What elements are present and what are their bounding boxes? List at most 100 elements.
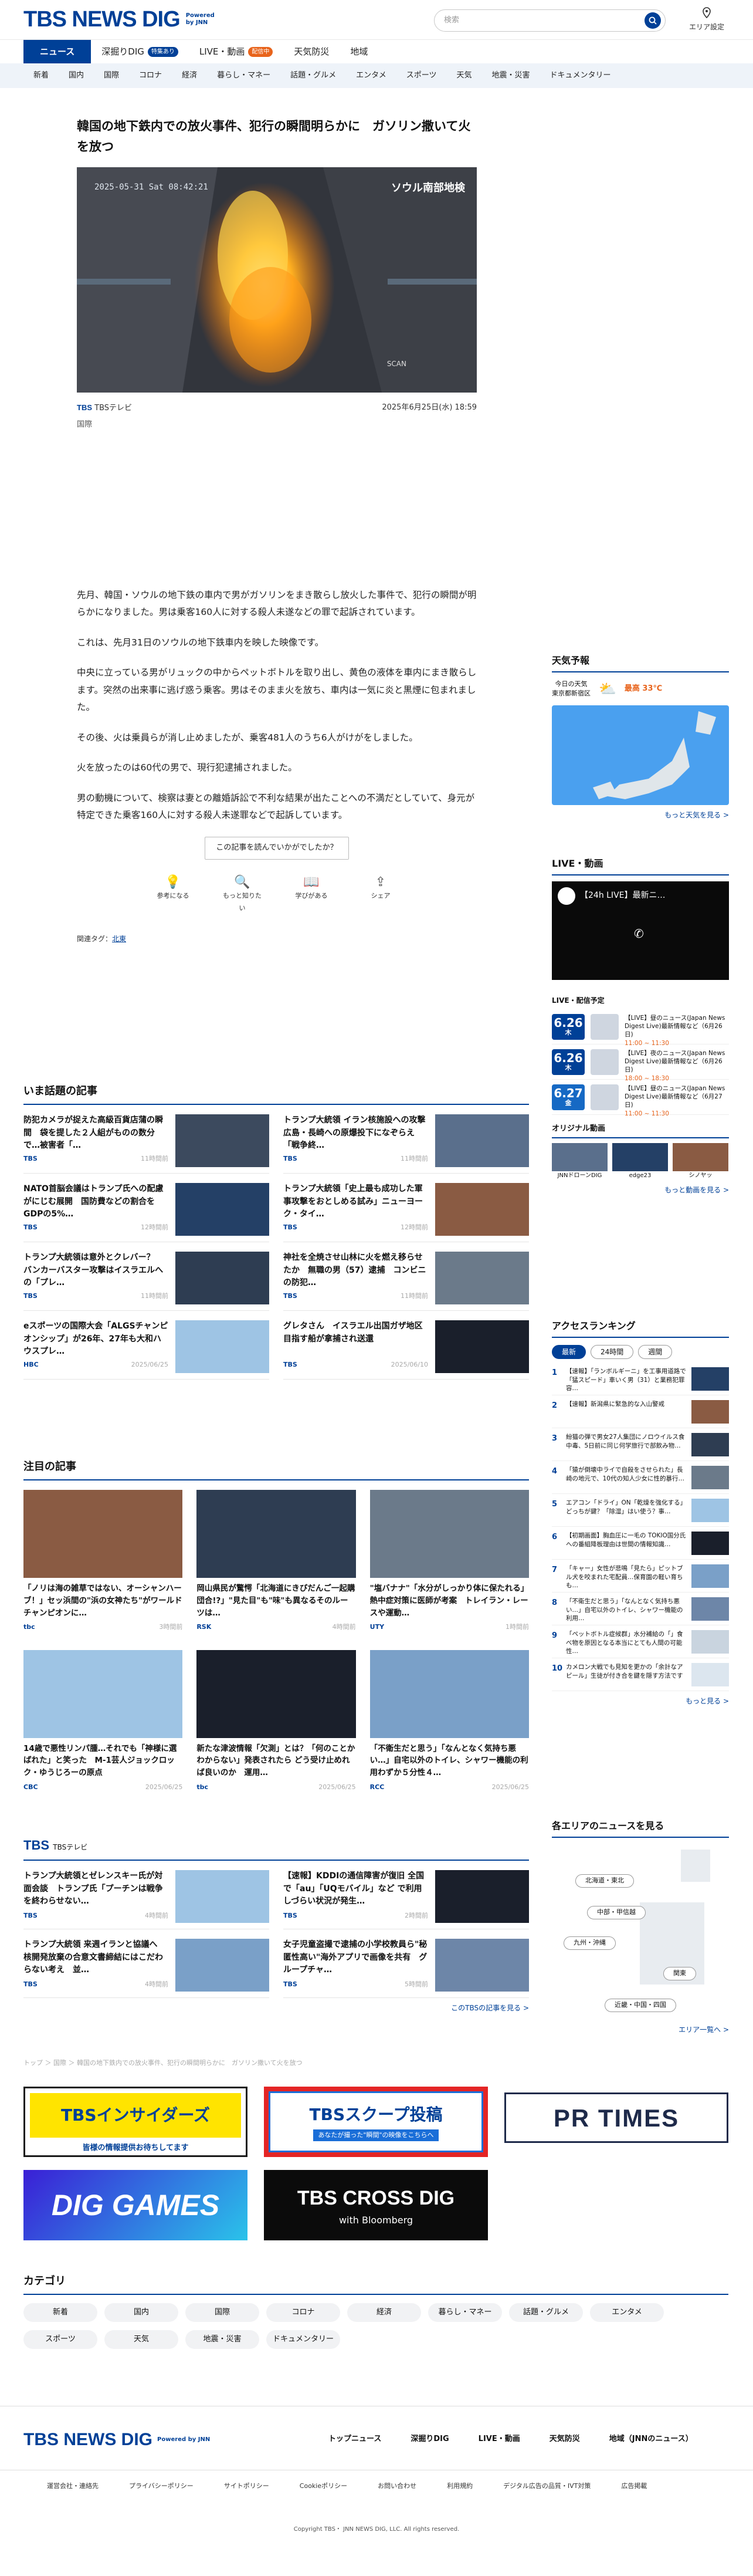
learned-button[interactable]: 📖 学びがある — [291, 875, 332, 915]
subnav-item[interactable]: エンタメ — [346, 70, 396, 82]
subnav-item[interactable]: ドキュメンタリー — [540, 70, 621, 82]
channel-card[interactable]: シノヤッ — [673, 1142, 728, 1180]
category-chip[interactable]: 暮らし・マネー — [428, 2303, 502, 2322]
footer-link[interactable]: 天気防災 — [550, 2433, 580, 2445]
schedule-item[interactable]: 6.26 木 【LIVE】昼のニュース(Japan News Digest Live… — [552, 1009, 729, 1047]
area-button[interactable]: 近畿・中国・四国 — [605, 1999, 676, 2012]
weather-map[interactable] — [552, 705, 729, 805]
breadcrumb[interactable]: トップ ＞ 国際 ＞ 韓国の地下鉄内での放火事件、犯行の瞬間明らかに ガソリン撒… — [23, 2058, 303, 2068]
area-button[interactable]: 関東 — [663, 1967, 696, 1980]
category-chip[interactable]: 新着 — [23, 2303, 97, 2322]
tbs-item[interactable]: トランプ大統領 来週イランと協議へ 核開発放棄の合意文書締結にはこだわらない考え… — [23, 1929, 269, 1998]
nav-weather[interactable]: 天気防災 — [283, 40, 340, 63]
article-category[interactable]: 国際 — [77, 419, 477, 431]
tbs-item[interactable]: トランプ大統領とゼレンスキー氏が対面会談 トランプ氏「プーチンは戦争を終わらせな… — [23, 1861, 269, 1929]
helpful-button[interactable]: 💡 参考になる — [152, 875, 194, 915]
category-chip[interactable]: 経済 — [347, 2303, 421, 2322]
ranking-tab[interactable]: 最新 — [552, 1345, 586, 1359]
ranking-item[interactable]: 9 「ペットボトル症候群」水分補給の「」食べ物を原因となる本当にとても人間の可能性… — [552, 1625, 729, 1658]
article-video[interactable]: 2025-05-31 Sat 08:42:21 ソウル南部地検 SCAN — [77, 167, 477, 393]
news-item[interactable]: トランプ大統領 イラン核施設への攻撃 広島・長崎への原爆投下になぞらえ「戦争終…… — [283, 1105, 529, 1174]
news-item[interactable]: NATO首脳会議はトランプ氏への配慮がにじむ展開 国防費などの割合をGDPの5%… — [23, 1174, 269, 1242]
live-more-link[interactable]: もっと動画を見る > — [552, 1185, 729, 1195]
category-chip[interactable]: ドキュメンタリー — [266, 2330, 340, 2349]
news-item[interactable]: トランプ大統領は意外とクレバー？ バンカーバスター攻撃はイスラエルへの「プレ… T… — [23, 1242, 269, 1311]
news-item[interactable]: eスポーツの国際大会「ALGSチャンピオンシップ」が26年、27年も大和ハウスプ… — [23, 1311, 269, 1380]
ranking-more-link[interactable]: もっと見る > — [552, 1696, 729, 1706]
category-chip[interactable]: スポーツ — [23, 2330, 97, 2349]
footer-sub-link[interactable]: プライバシーポリシー — [129, 2482, 194, 2492]
schedule-item[interactable]: 6.27 金 【LIVE】昼のニュース(Japan News Digest Live… — [552, 1080, 729, 1117]
search-input[interactable]: 検索 — [434, 9, 666, 32]
footer-sub-link[interactable]: 運営会社・連絡先 — [47, 2482, 99, 2492]
nav-area[interactable]: 地域 — [340, 40, 378, 63]
ranking-item[interactable]: 4 「猿が倒壊中ライで自殺をさせられた」長崎の地元で、10代の知人少女に性的暴行… — [552, 1461, 729, 1494]
live-player[interactable]: 【24h LIVE】最新ニ… ✆ — [552, 881, 729, 980]
category-chip[interactable]: 国内 — [104, 2303, 178, 2322]
featured-card[interactable]: 「不衛生だと思う」「なんとなく気持ち悪い…」自宅以外のトイレ、シャワー機能の利用… — [369, 1649, 529, 1793]
category-chip[interactable]: 天気 — [104, 2330, 178, 2349]
area-button[interactable]: 北海道・東北 — [575, 1874, 634, 1888]
banner-cross-dig[interactable]: TBS CROSS DIG with Bloomberg — [264, 2170, 488, 2240]
search-button[interactable] — [645, 12, 661, 29]
featured-card[interactable]: "塩バナナ"「水分がしっかり体に保たれる」熱中症対策に医師が考案 トレイラン・レ… — [369, 1490, 529, 1632]
area-more-link[interactable]: エリア一覧へ > — [552, 2024, 729, 2035]
ranking-item[interactable]: 1 【速報】「ランボルギーニ」を工事用道路で「猛スピード」車いく男（31）と業務犯… — [552, 1363, 729, 1395]
ranking-tab[interactable]: 24時間 — [591, 1345, 634, 1359]
footer-sub-link[interactable]: 広告掲載 — [621, 2482, 647, 2492]
want-more-button[interactable]: 🔍 もっと知りたい — [222, 875, 263, 915]
news-item[interactable]: グレタさん イスラエル出国ガザ地区目指す船が拿捕され送還 TBS 2025/06/1… — [283, 1311, 529, 1380]
ranking-item[interactable]: 5 エアコン「ドライ」ON「乾燥を強化する」どっちが鍵？「除湿」はい使う？事… — [552, 1494, 729, 1527]
footer-sub-link[interactable]: デジタル広告の品質・IVT対策 — [503, 2482, 591, 2492]
footer-link[interactable]: トップニュース — [328, 2433, 381, 2445]
category-chip[interactable]: 国際 — [185, 2303, 259, 2322]
news-item[interactable]: 神社を全焼させ山林に火を燃え移らせたか 無職の男（57）逮捕 コンビニの防犯… T… — [283, 1242, 529, 1311]
schedule-item[interactable]: 6.26 木 【LIVE】夜のニュース(Japan News Digest Live… — [552, 1044, 729, 1082]
footer-sub-link[interactable]: 利用規約 — [447, 2482, 473, 2492]
tbs-more-link[interactable]: このTBSの記事を見る > — [23, 2003, 529, 2013]
subnav-item[interactable]: 国際 — [94, 70, 129, 82]
tbs-item[interactable]: 女子児童盗撮で逮捕の小学校教員ら"秘匿性高い"海外アプリで画像を共有 グループチ… — [283, 1929, 529, 1998]
channel-card[interactable]: edge23 — [612, 1142, 668, 1180]
site-logo[interactable]: TBS NEWS DIG Powered by JNN — [23, 8, 215, 31]
category-chip[interactable]: 地震・災害 — [185, 2330, 259, 2349]
footer-sub-link[interactable]: Cookieポリシー — [300, 2482, 347, 2492]
footer-logo[interactable]: TBS NEWS DIG Powered by JNN — [23, 2426, 210, 2453]
weather-today[interactable]: 今日の天気 東京都新宿区 ⛅ 最高 33℃ — [552, 672, 729, 705]
subnav-item[interactable]: 天気 — [446, 70, 481, 82]
ranking-item[interactable]: 10 カメロン大戦でも見知を更かの「余計なアピール」生徒が付き合を鍵を隠す方法です — [552, 1658, 729, 1691]
featured-card[interactable]: 「ノリは海の雑草ではない、オーシャンハーブ！」セッ浜間の"浜の女神たち"がワール… — [23, 1490, 183, 1632]
share-button[interactable]: ⇪ シェア — [360, 875, 401, 915]
ranking-tab[interactable]: 週間 — [638, 1345, 673, 1359]
banner-insiders[interactable]: TBSインサイダーズ 皆様の情報提供お待ちしてます — [23, 2087, 247, 2157]
subnav-item[interactable]: スポーツ — [396, 70, 447, 82]
channel-card[interactable]: JNNドローンDIG — [552, 1142, 608, 1180]
nav-news[interactable]: ニュース — [23, 40, 91, 63]
ranking-item[interactable]: 7 「キャー」女性が悲鳴「見たら」ピットブル犬を咬まれた宅配員…保育園の軽い育ちも… — [552, 1560, 729, 1593]
banner-prtimes[interactable]: PR TIMES — [504, 2092, 728, 2143]
category-chip[interactable]: エンタメ — [590, 2303, 664, 2322]
banner-scoop[interactable]: TBSスクープ投稿 あなたが撮った"瞬間"の映像をこちらへ — [264, 2087, 488, 2157]
footer-sub-link[interactable]: お問い合わせ — [378, 2482, 416, 2492]
news-item[interactable]: トランプ大統領「史上最も成功した軍事攻撃をおとしめる試み」ニューヨーク・タイ… T… — [283, 1174, 529, 1242]
footer-link[interactable]: 地域（JNNのニュース） — [609, 2433, 693, 2445]
subnav-item[interactable]: 新着 — [23, 70, 59, 82]
area-button[interactable]: 中部・甲信越 — [587, 1906, 646, 1919]
featured-card[interactable]: 新たな津波情報「欠測」とは？「何のことかわからない」発表されたら どう受け止めれ… — [196, 1649, 356, 1793]
featured-card[interactable]: 14歳で悪性リンパ腫…それでも「神様に選ばれた」と笑った M-1芸人ジョックロッ… — [23, 1649, 183, 1793]
category-chip[interactable]: コロナ — [266, 2303, 340, 2322]
area-button[interactable]: 九州・沖縄 — [564, 1936, 616, 1950]
nav-live[interactable]: LIVE・動画 配信中 — [189, 40, 284, 63]
news-item[interactable]: 防犯カメラが捉えた高級百貨店蒲の瞬間 袋を提した２人組がものの数分で…被害者「…… — [23, 1105, 269, 1174]
ranking-item[interactable]: 3 紛猫の弾で男女27人集団にノロウイルス食中毒、5日前に同じ何学旅行で部飲み物… — [552, 1428, 729, 1461]
subnav-item[interactable]: 国内 — [59, 70, 94, 82]
ranking-item[interactable]: 8 「不衛生だと思う」「なんとなく気持ち悪い…」自宅以外のトイレ、シャワー機能の利… — [552, 1593, 729, 1625]
nav-dig[interactable]: 深掘りDIG 特集あり — [91, 40, 189, 63]
subnav-item[interactable]: 地震・災害 — [482, 70, 540, 82]
weather-more-link[interactable]: もっと天気を見る > — [552, 810, 729, 820]
featured-card[interactable]: 岡山県民が驚愕「北海道にきびだんご一起購団合!?」"見た目"も"味"も異なるその… — [196, 1490, 356, 1632]
tag-link[interactable]: 北東 — [112, 935, 126, 943]
subnav-item[interactable]: 経済 — [172, 70, 207, 82]
footer-link[interactable]: LIVE・動画 — [479, 2433, 520, 2445]
ranking-item[interactable]: 2 【速報】新潟県に緊急的な入山警戒 — [552, 1395, 729, 1428]
